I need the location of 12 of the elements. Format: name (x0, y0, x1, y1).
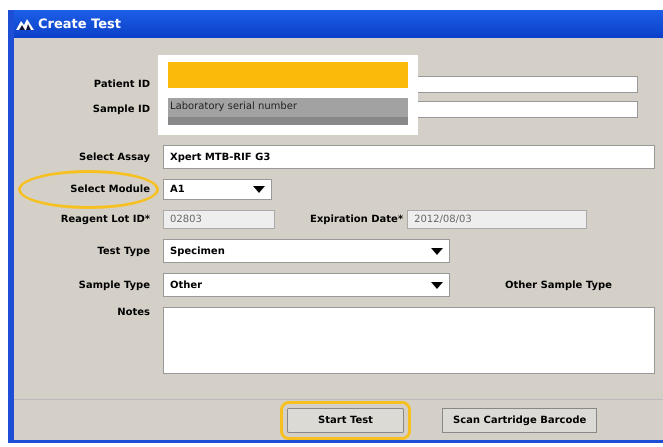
callout-text: Laboratory serial number (168, 98, 408, 125)
window-title: Create Test (38, 16, 122, 32)
field-label: Notes (116, 307, 150, 318)
field-label: Sample ID (92, 104, 150, 115)
field-label: Patient ID (92, 79, 150, 90)
field-label: Reagent Lot ID* (60, 214, 150, 225)
field-label: Sample Type (78, 280, 150, 290)
field-label: Expiration Date* (310, 214, 404, 225)
field-label: Select Module (69, 184, 150, 195)
field-label: Select Assay (78, 152, 150, 162)
field-label: Other Sample Type (505, 280, 612, 290)
field-label: Test Type (96, 246, 150, 256)
